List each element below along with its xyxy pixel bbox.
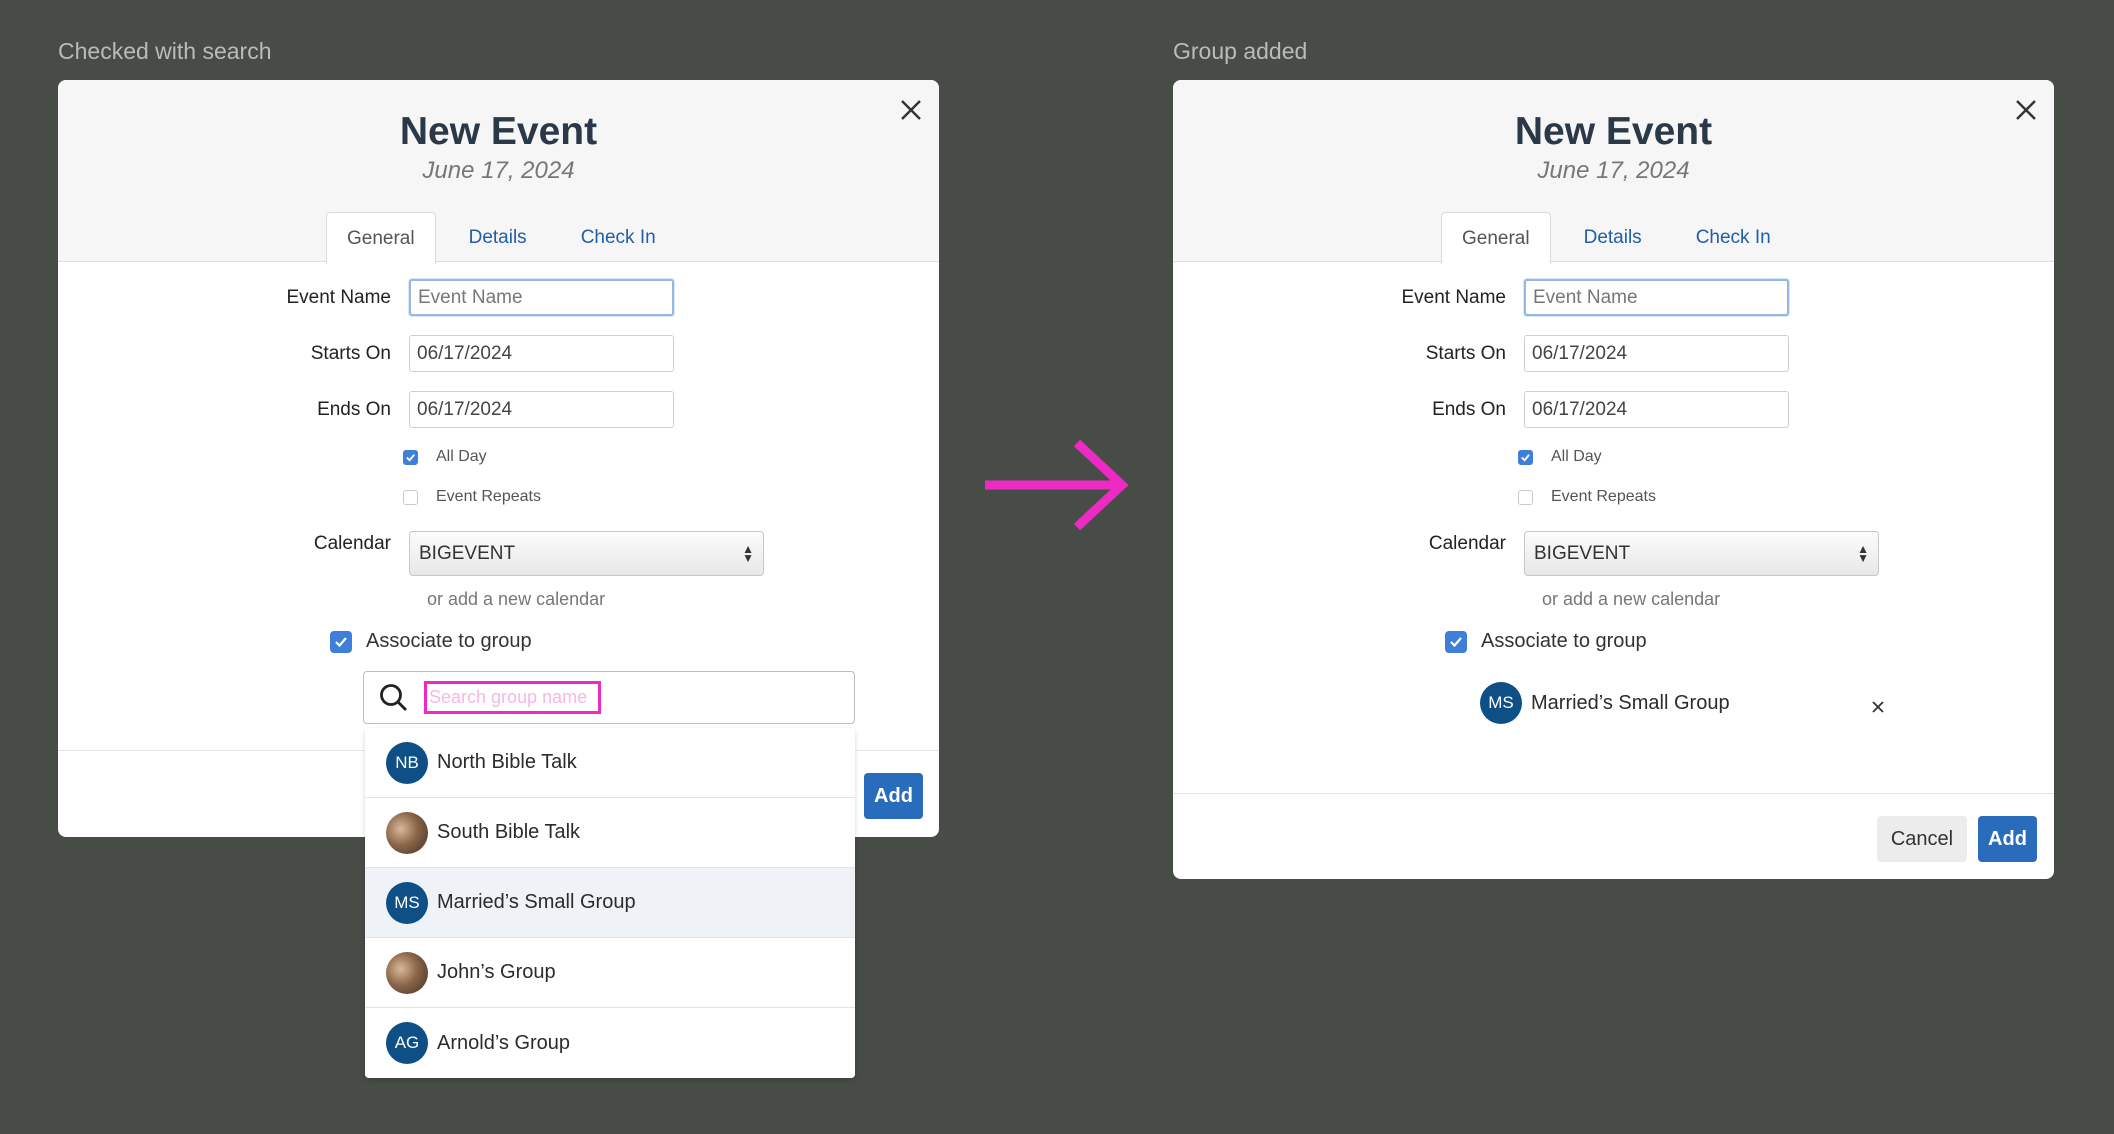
ends-on-label: Ends On [1432,398,1506,420]
group-search-input[interactable]: Search group name [424,681,601,714]
tab-check-in[interactable]: Check In [1675,212,1792,263]
avatar: MS [1480,682,1522,724]
starts-on-label: Starts On [1425,342,1506,364]
caption-left: Checked with search [58,38,272,64]
event-repeats-label: Event Repeats [436,488,541,505]
modal-date: June 17, 2024 [422,157,575,184]
calendar-label: Calendar [1428,532,1506,554]
associate-group-checkbox[interactable] [330,630,352,653]
event-repeats-label: Event Repeats [1551,488,1656,505]
all-day-checkbox[interactable] [403,449,418,465]
group-option-label: South Bible Talk [437,821,581,843]
search-icon [380,683,407,711]
all-day-label: All Day [1551,448,1602,465]
modal-header: New Event June 17, 2024 General Details … [1173,80,2054,264]
event-name-input[interactable]: Event Name [409,279,674,316]
starts-on-input[interactable]: 06/17/2024 [409,335,674,372]
group-dropdown: NB North Bible Talk South Bible Talk MS … [365,728,855,1078]
add-button[interactable]: Add [1978,816,2037,862]
associate-group-checkbox[interactable] [1445,630,1467,653]
calendar-select[interactable]: BIGEVENT ▲ ▼ [409,531,764,576]
event-name-label: Event Name [286,286,391,308]
calendar-select-value: BIGEVENT [1534,542,1631,564]
caption-right: Group added [1173,38,1308,64]
avatar: NB [386,741,428,784]
tab-general[interactable]: General [1441,212,1551,264]
remove-group-icon[interactable] [1869,698,1887,716]
avatar-photo [386,811,428,854]
tab-details[interactable]: Details [448,212,548,263]
group-search-box[interactable]: Search group name [363,671,855,724]
add-calendar-link[interactable]: or add a new calendar [427,589,605,610]
tab-bar: General Details Check In [326,212,689,264]
event-repeats-checkbox[interactable] [1518,489,1533,505]
group-option[interactable]: NB North Bible Talk [365,728,855,798]
avatar-photo [386,951,428,994]
group-option-label: North Bible Talk [437,751,577,773]
calendar-select[interactable]: BIGEVENT ▲ ▼ [1524,531,1879,576]
avatar: AG [386,1022,428,1064]
ends-on-input[interactable]: 06/17/2024 [1524,391,1789,428]
transition-arrow-icon [985,440,1129,530]
cancel-button[interactable]: Cancel [1877,816,1967,862]
ends-on-label: Ends On [317,398,391,420]
starts-on-input[interactable]: 06/17/2024 [1524,335,1789,372]
event-name-input[interactable]: Event Name [1524,279,1789,316]
footer-divider [1173,793,2054,794]
select-arrows-icon: ▲ ▼ [1857,541,1869,565]
calendar-label: Calendar [313,532,391,554]
group-option-label: Arnold’s Group [437,1031,571,1054]
new-event-modal-search: New Event June 17, 2024 General Details … [58,80,939,837]
all-day-checkbox[interactable] [1518,449,1533,465]
add-button[interactable]: Add [864,773,923,819]
ends-on-input[interactable]: 06/17/2024 [409,391,674,428]
select-arrows-icon: ▲ ▼ [742,541,754,565]
associate-group-label: Associate to group [366,630,532,652]
group-option-label: Married’s Small Group [437,891,636,913]
modal-title: New Event [399,110,598,153]
tab-details[interactable]: Details [1563,212,1663,263]
group-option-label: John’s Group [437,961,556,983]
tab-general[interactable]: General [326,212,436,264]
modal-header: New Event June 17, 2024 General Details … [58,80,939,264]
event-repeats-checkbox[interactable] [403,489,418,505]
new-event-modal-added: New Event June 17, 2024 General Details … [1173,80,2054,879]
selected-group-chip: MS Married’s Small Group [1480,682,1730,724]
tab-bar: General Details Check In [1441,212,1804,264]
group-option[interactable]: AG Arnold’s Group [365,1008,855,1078]
selected-group-label: Married’s Small Group [1531,691,1730,714]
all-day-label: All Day [436,448,487,465]
add-calendar-link[interactable]: or add a new calendar [1542,589,1720,610]
modal-date: June 17, 2024 [1537,157,1690,184]
group-option-highlighted[interactable]: MS Married’s Small Group [365,868,855,938]
starts-on-label: Starts On [310,342,391,364]
associate-group-label: Associate to group [1481,630,1647,652]
event-name-label: Event Name [1401,286,1506,308]
tab-check-in[interactable]: Check In [560,212,677,263]
calendar-select-value: BIGEVENT [419,542,516,564]
modal-title: New Event [1514,110,1713,153]
group-option[interactable]: South Bible Talk [365,798,855,868]
group-option[interactable]: John’s Group [365,938,855,1008]
avatar: MS [386,881,428,924]
